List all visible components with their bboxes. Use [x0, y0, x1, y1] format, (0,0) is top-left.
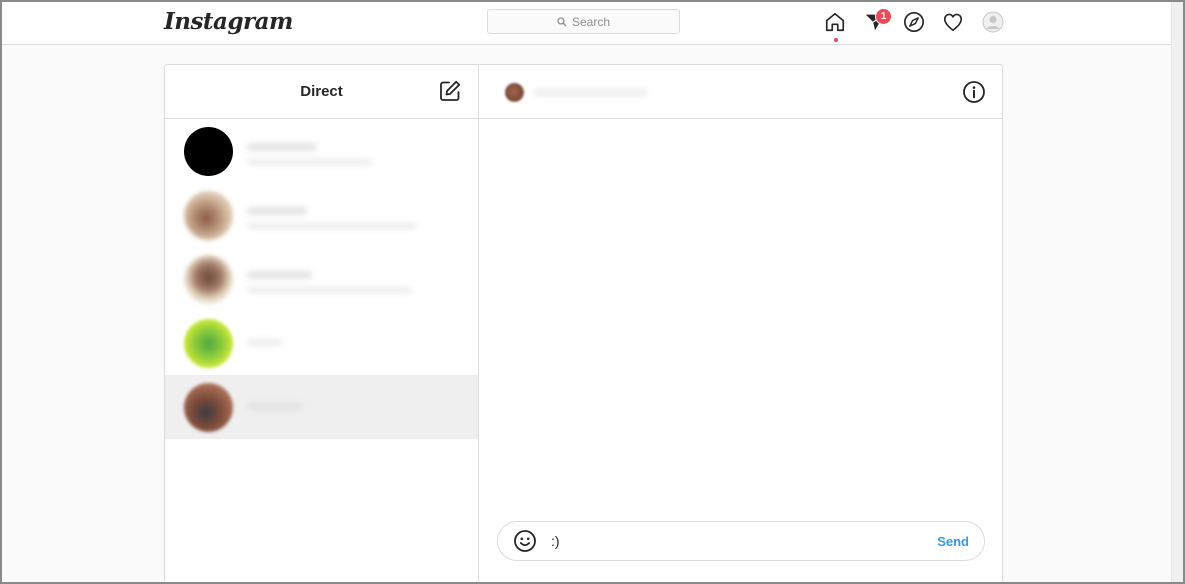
conversation-header [479, 65, 1002, 119]
conversation-avatar[interactable] [505, 83, 524, 102]
info-icon[interactable] [962, 80, 986, 109]
direct-title: Direct [300, 83, 343, 100]
instagram-logo[interactable]: Instagram [164, 8, 293, 35]
top-navigation-bar: Instagram Search 1 [2, 2, 1171, 45]
message-input[interactable] [551, 533, 938, 549]
blurred-username [247, 207, 307, 215]
direct-inbox: Direct:) Send [164, 64, 1003, 584]
blurred-username [247, 143, 317, 151]
avatar [184, 191, 233, 240]
thread-item[interactable] [165, 311, 478, 375]
search-box[interactable]: Search [487, 9, 680, 34]
send-button[interactable]: Send [937, 534, 969, 549]
message-composer: Send [497, 521, 985, 561]
thread-item[interactable] [165, 247, 478, 311]
emoji-icon[interactable] [513, 529, 537, 553]
conversation-panel: Send [479, 65, 1002, 584]
thread-item-active[interactable] [165, 375, 478, 439]
profile-avatar-icon[interactable] [981, 10, 1005, 34]
avatar [184, 127, 233, 176]
thread-item[interactable] [165, 119, 478, 183]
page-scrollbar[interactable] [1171, 2, 1183, 582]
blurred-preview [247, 287, 412, 293]
blurred-preview [247, 223, 417, 229]
blurred-conversation-name [533, 89, 648, 96]
blurred-username [247, 403, 302, 410]
avatar [184, 255, 233, 304]
avatar [184, 383, 233, 432]
search-icon [557, 16, 567, 26]
thread-item[interactable] [165, 183, 478, 247]
home-active-dot [834, 38, 838, 42]
search-placeholder: Search [571, 14, 611, 29]
thread-list-panel: Direct [165, 65, 479, 584]
blurred-username [247, 339, 282, 346]
explore-icon[interactable] [902, 10, 926, 34]
direct-notification-badge: 1 [875, 8, 892, 25]
blurred-username [247, 271, 312, 279]
home-icon[interactable] [823, 10, 847, 34]
heart-icon[interactable] [941, 10, 965, 34]
blurred-preview [247, 159, 372, 165]
thread-list-header: Direct [165, 65, 478, 119]
compose-icon[interactable] [438, 79, 462, 108]
avatar [184, 319, 233, 368]
